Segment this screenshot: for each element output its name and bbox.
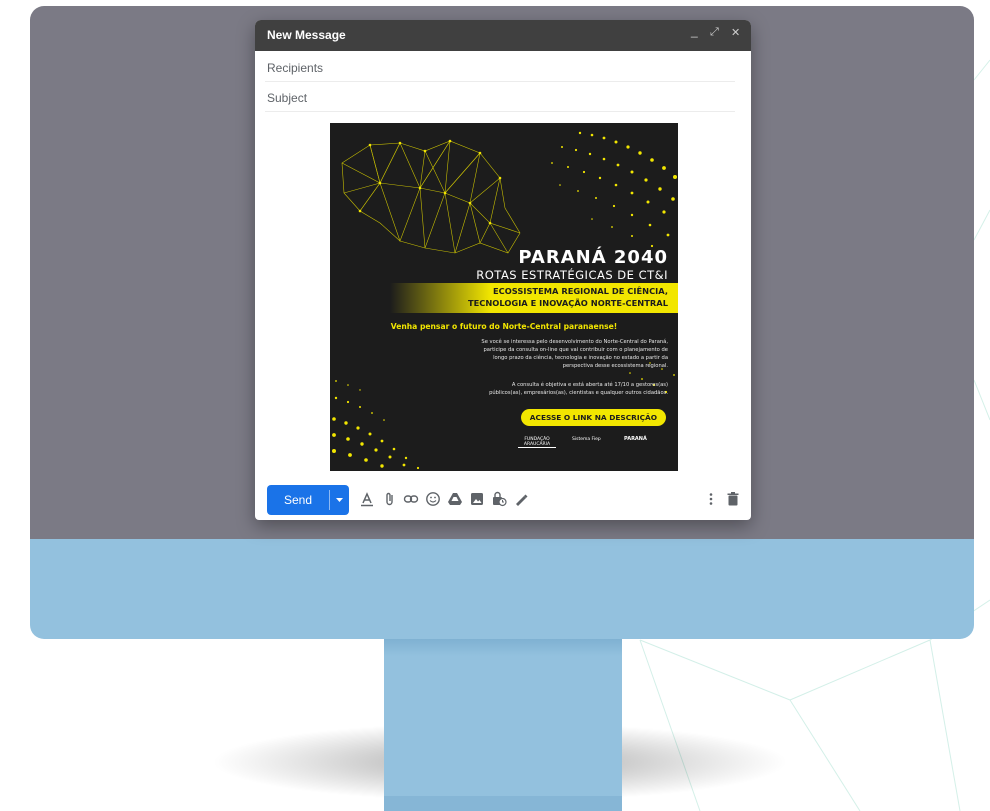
poster-cta-badge: ACESSE O LINK NA DESCRIÇÃO	[520, 409, 666, 426]
send-options-dropdown[interactable]	[330, 485, 349, 515]
poster-body1-line2: participe da consulta on-line que vai co…	[483, 347, 668, 353]
poster-logos: FUNDAÇÃO ARAUCÁRIA Sistema Fiep PARANÁ	[518, 437, 668, 459]
logo-parana: PARANÁ	[624, 436, 647, 442]
photo-icon[interactable]	[469, 491, 485, 507]
logo-fundacao-araucaria: FUNDAÇÃO ARAUCÁRIA	[518, 437, 556, 448]
logo-sistema-fiep: Sistema Fiep	[572, 437, 601, 442]
poster-subtitle: ROTAS ESTRATÉGICAS DE CT&I	[476, 268, 668, 282]
monitor-chin	[30, 539, 974, 639]
poster-body-paragraph-2: A consulta é objetiva e está aberta até …	[388, 381, 668, 397]
poster-band-line1: ECOSSISTEMA REGIONAL DE CIÊNCIA,	[492, 286, 668, 296]
emoji-icon[interactable]	[425, 491, 441, 507]
subject-placeholder: Subject	[267, 91, 308, 105]
poster-body2-line2: públicos(as), empresários(as), cientista…	[489, 390, 668, 396]
compose-header: New Message _ ⤢ ✕	[255, 20, 751, 51]
poster-body-paragraph-1: Se você se interessa pelo desenvolviment…	[388, 338, 668, 370]
poster-tagline: Venha pensar o futuro do Norte-Central p…	[390, 322, 618, 331]
send-button-group: Send	[267, 485, 349, 515]
poster-band-text: ECOSSISTEMA REGIONAL DE CIÊNCIA, TECNOLO…	[468, 285, 668, 309]
attach-icon[interactable]	[382, 491, 398, 507]
recipients-field[interactable]: Recipients	[265, 53, 735, 82]
trash-icon[interactable]	[725, 491, 741, 507]
poster-band: ECOSSISTEMA REGIONAL DE CIÊNCIA, TECNOLO…	[390, 283, 678, 313]
caret-down-icon	[336, 498, 343, 502]
subject-field[interactable]: Subject	[265, 83, 735, 112]
close-icon[interactable]: ✕	[731, 26, 740, 39]
send-button[interactable]: Send	[267, 485, 329, 515]
poster-title: PARANÁ 2040	[518, 247, 668, 268]
compose-title: New Message	[267, 28, 346, 42]
poster-band-line2: TECNOLOGIA E INOVAÇÃO NORTE-CENTRAL	[467, 298, 668, 308]
signature-icon[interactable]	[513, 491, 529, 507]
poster-body1-line1: Se você se interessa pelo desenvolviment…	[481, 339, 668, 345]
monitor-stand	[384, 639, 622, 811]
drive-icon[interactable]	[447, 491, 463, 507]
poster-image: PARANÁ 2040 ROTAS ESTRATÉGICAS DE CT&I E…	[330, 123, 678, 471]
lock-clock-icon[interactable]	[491, 491, 507, 507]
poster-body2-line1: A consulta é objetiva e está aberta até …	[511, 382, 668, 388]
more-options-icon[interactable]	[703, 491, 719, 507]
minimize-icon[interactable]: _	[691, 24, 698, 38]
monitor-stand-base	[384, 796, 622, 811]
poster-body1-line4: perspectiva desse ecossistema regional.	[562, 363, 668, 369]
link-icon[interactable]	[403, 491, 419, 507]
expand-icon[interactable]: ⤢	[710, 26, 719, 39]
compose-window: New Message _ ⤢ ✕ Recipients Subject PAR…	[255, 20, 751, 520]
recipients-placeholder: Recipients	[267, 61, 324, 75]
format-text-icon[interactable]	[359, 491, 375, 507]
poster-body1-line3: longo prazo da ciência, tecnologia e ino…	[493, 355, 668, 361]
